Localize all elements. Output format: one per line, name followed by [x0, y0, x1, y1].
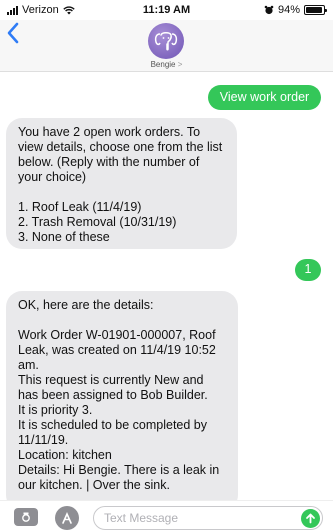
messages-screen: Verizon 11:19 AM 94% Bengie > View work …: [0, 0, 333, 532]
contact-name-button[interactable]: Bengie >: [0, 60, 333, 69]
app-store-button[interactable]: [55, 506, 79, 530]
message-bubble-outgoing[interactable]: View work order: [208, 85, 321, 110]
message-list[interactable]: View work order You have 2 open work ord…: [0, 73, 333, 500]
message-bubble-outgoing[interactable]: 1: [295, 259, 321, 281]
message-field-container: [93, 506, 323, 530]
battery-level: [306, 7, 322, 13]
chevron-left-icon: [7, 22, 19, 44]
arrow-up-icon: [306, 513, 315, 524]
app-store-icon: [62, 512, 72, 524]
battery-icon: [304, 5, 327, 15]
battery-percent: 94%: [277, 4, 300, 16]
camera-icon: [22, 512, 30, 522]
camera-button[interactable]: [14, 508, 38, 526]
message-bubble-incoming[interactable]: OK, here are the details: Work Order W-0…: [6, 291, 238, 500]
conversation-header: Bengie >: [0, 20, 333, 72]
message-input[interactable]: [94, 507, 284, 529]
elephant-icon: [154, 32, 178, 51]
back-button[interactable]: [6, 22, 20, 48]
contact-name: Bengie: [150, 60, 176, 69]
send-button[interactable]: [301, 509, 320, 528]
chevron-right-icon: >: [177, 60, 183, 69]
alarm-icon: [264, 5, 274, 15]
status-bar: Verizon 11:19 AM 94%: [0, 0, 333, 20]
message-bubble-incoming[interactable]: You have 2 open work orders. To view det…: [6, 118, 237, 249]
battery-info: 94%: [264, 4, 327, 16]
composer-bar: [0, 500, 333, 532]
contact-avatar[interactable]: [148, 23, 184, 59]
